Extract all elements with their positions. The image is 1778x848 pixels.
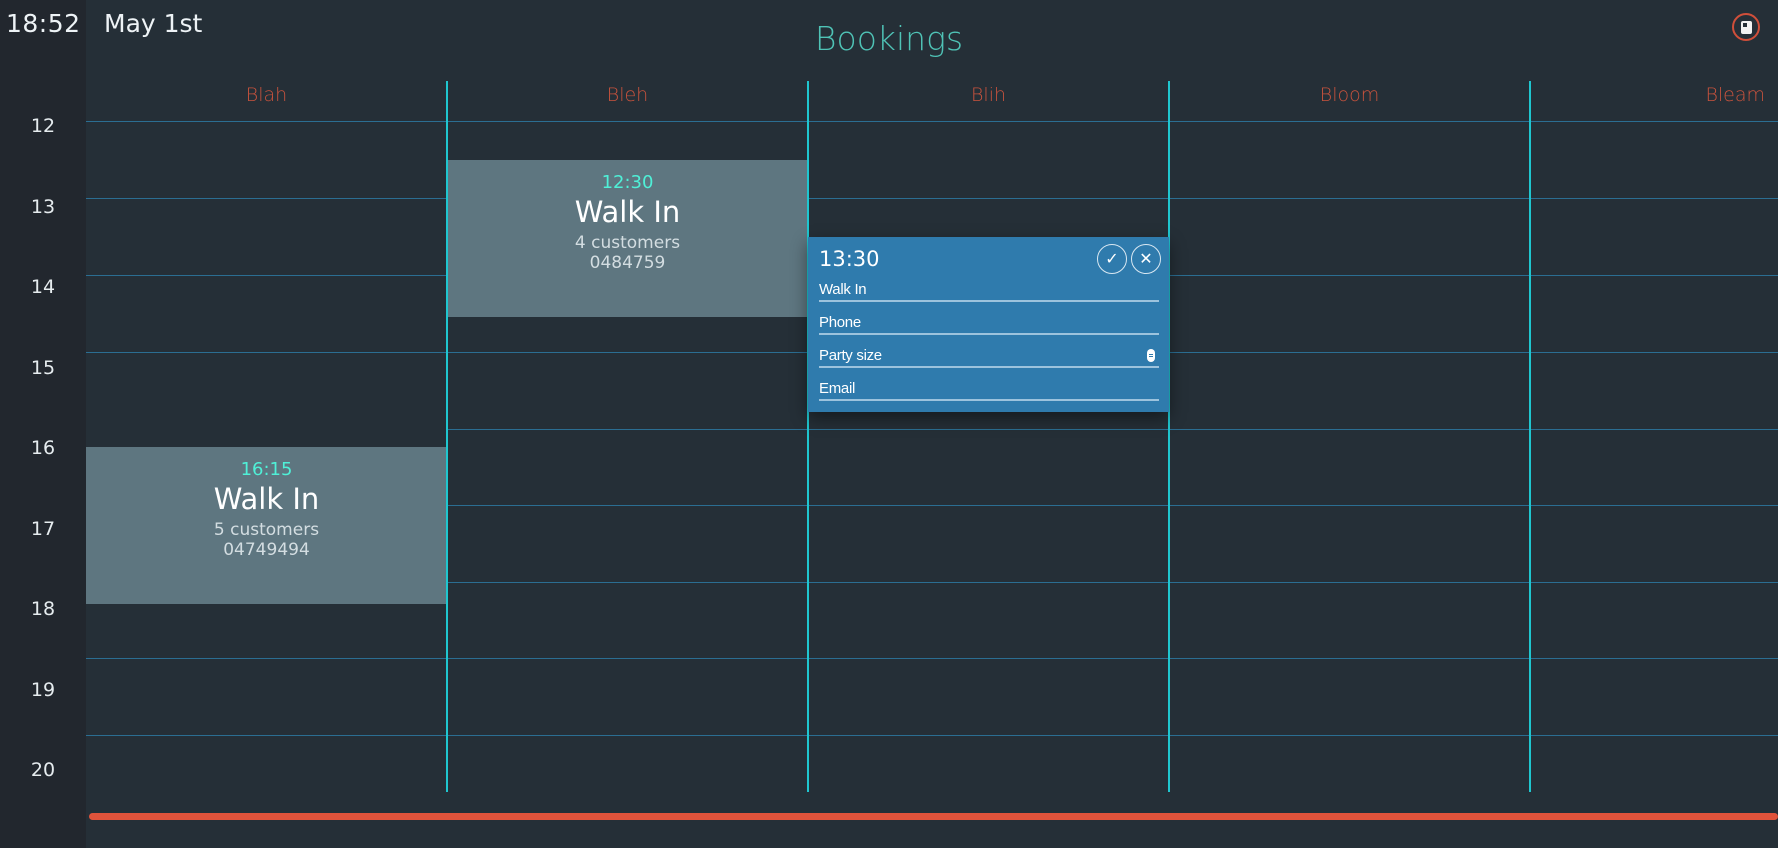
booking-phone: 0484759	[589, 253, 666, 273]
editor-time: 13:30	[819, 247, 880, 271]
email-field[interactable]: Email	[819, 378, 1159, 401]
hour-label: 19	[30, 679, 56, 701]
hour-label: 17	[30, 518, 56, 540]
grid-line	[447, 429, 1778, 430]
calendar-icon[interactable]	[1732, 13, 1760, 41]
booking-time: 16:15	[240, 459, 293, 480]
booking-card[interactable]: 16:15 Walk In 5 customers 04749494	[86, 447, 447, 604]
stepper-icon[interactable]	[1147, 349, 1155, 362]
hour-label: 14	[30, 276, 56, 298]
column-header-blah: Blah	[245, 84, 288, 106]
name-field[interactable]: Walk In	[819, 279, 1159, 302]
column-header-bleh: Bleh	[606, 84, 649, 106]
check-icon[interactable]: ✓	[1097, 244, 1127, 274]
column-header-bloom: Bloom	[1319, 84, 1380, 106]
column-header-blih: Blih	[970, 84, 1007, 106]
grid-line	[447, 582, 1778, 583]
column-divider	[1529, 81, 1531, 792]
column-divider	[1168, 81, 1170, 792]
hour-label: 16	[30, 437, 56, 459]
grid-line	[1169, 352, 1778, 353]
column-divider	[807, 81, 809, 792]
booking-party-size: 4 customers	[574, 233, 681, 253]
party-size-field[interactable]: Party size	[819, 345, 1159, 368]
hour-label: 18	[30, 598, 56, 620]
grid-line	[86, 121, 1778, 122]
party-size-label: Party size	[819, 347, 882, 364]
grid-line	[808, 198, 1778, 199]
booking-phone: 04749494	[223, 540, 310, 560]
grid-line	[447, 505, 1778, 506]
hour-label: 13	[30, 196, 56, 218]
hour-label: 12	[30, 115, 56, 137]
progress-bar	[89, 813, 1778, 820]
hour-label: 15	[30, 357, 56, 379]
new-booking-editor: 13:30 ✓ ✕ Walk In Phone Party size Email	[808, 237, 1169, 412]
grid-line	[86, 275, 447, 276]
grid-line	[1169, 275, 1778, 276]
column-divider	[446, 81, 448, 792]
grid-line	[86, 658, 1778, 659]
page-title: Bookings	[814, 19, 964, 58]
booking-name: Walk In	[574, 195, 681, 229]
phone-field[interactable]: Phone	[819, 312, 1159, 335]
booking-card[interactable]: 12:30 Walk In 4 customers 0484759	[447, 160, 808, 317]
column-header-bleam: Bleam	[1705, 84, 1765, 106]
booking-time: 12:30	[601, 172, 654, 193]
close-icon[interactable]: ✕	[1131, 244, 1161, 274]
hour-label: 20	[30, 759, 56, 781]
grid-line	[86, 735, 1778, 736]
booking-party-size: 5 customers	[213, 520, 320, 540]
booking-name: Walk In	[213, 482, 320, 516]
grid-line	[86, 198, 447, 199]
